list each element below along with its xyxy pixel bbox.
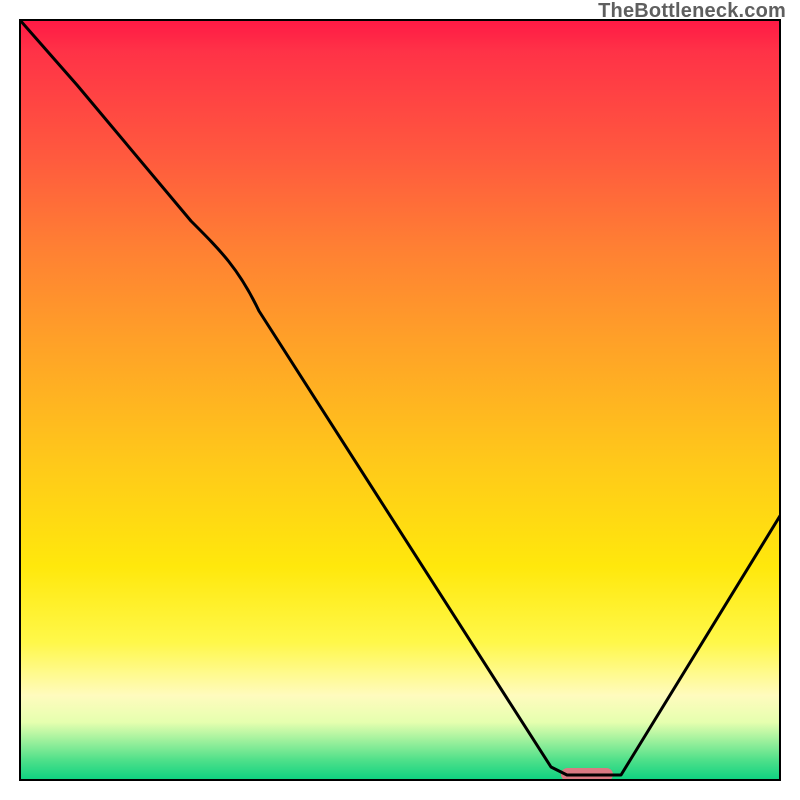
chart-frame xyxy=(19,19,781,781)
curve-path xyxy=(21,21,779,775)
bottleneck-curve xyxy=(21,21,779,779)
